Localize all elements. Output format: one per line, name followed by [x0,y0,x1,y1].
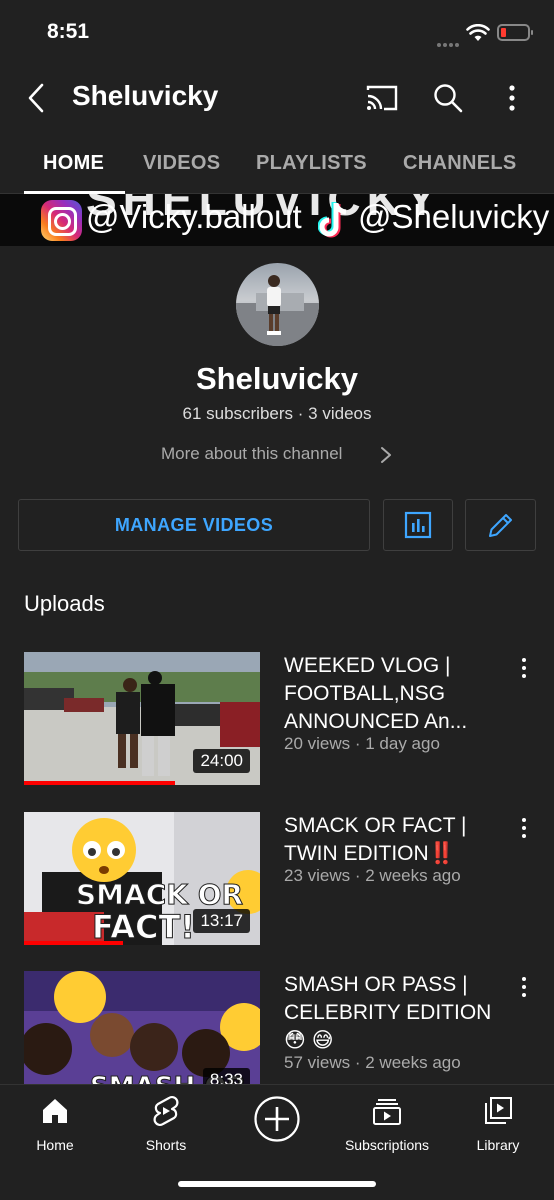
status-time: 8:51 [47,20,90,43]
nav-library[interactable]: Library [443,1093,553,1153]
video-duration: 24:00 [193,749,250,773]
video-views: 23 views [284,866,351,885]
video-meta: 20 views · 1 day ago [284,734,440,754]
edit-pencil-icon [488,514,512,537]
nav-label: Library [476,1137,520,1153]
home-indicator [178,1181,376,1187]
uploads-heading: Uploads [24,591,105,616]
video-more-icon[interactable] [516,977,532,997]
nav-subscriptions[interactable]: Subscriptions [332,1093,442,1153]
analytics-button[interactable] [383,499,453,551]
video-views: 20 views [284,734,351,753]
video-item[interactable]: SMACK OR FACT! 13:17 SMACK OR FACT | TWI… [0,812,554,952]
video-age: 2 weeks ago [365,866,461,885]
library-icon [443,1093,553,1129]
nav-home[interactable]: Home [0,1093,110,1153]
channel-avatar[interactable] [236,263,319,346]
cast-icon[interactable] [364,82,400,114]
home-icon [0,1093,110,1129]
meta-separator: · [350,734,366,753]
wifi-icon [466,24,490,41]
video-title[interactable]: SMASH OR PASS | CELEBRITY EDITION 😳 😅 [284,971,504,1055]
nav-label: Home [36,1137,74,1153]
search-icon[interactable] [430,80,466,116]
shorts-icon [111,1093,221,1129]
nav-label: Subscriptions [344,1137,430,1153]
instagram-icon [41,200,82,241]
video-duration: 13:17 [193,909,250,933]
video-meta: 23 views · 2 weeks ago [284,866,461,886]
video-title[interactable]: WEEKED VLOG | FOOTBALL,NSG ANNOUNCED An.… [284,652,504,736]
more-about-channel-link[interactable]: More about this channel [161,444,342,464]
video-more-icon[interactable] [516,658,532,678]
tab-channels[interactable]: CHANNELS [403,152,517,175]
header-title: Sheluvicky [72,80,219,111]
nav-label: Shorts [145,1137,187,1153]
tab-home[interactable]: HOME [43,152,104,175]
manage-videos-button[interactable]: MANAGE VIDEOS [18,499,370,551]
meta-separator: · [297,404,309,423]
video-thumbnail[interactable]: SMACK OR FACT! 13:17 [24,812,260,945]
channel-name: Sheluvicky [196,361,358,396]
manage-videos-label: MANAGE VIDEOS [114,514,274,535]
thumbnail-text: FACT! [92,908,195,945]
channel-stats: 61 subscribers · 3 videos [0,404,554,424]
watch-progress-bar [24,781,176,785]
channel-tabs: HOME VIDEOS PLAYLISTS CHANNELS [0,136,554,194]
subscriber-count: 61 subscribers [182,404,294,423]
signal-icon [437,34,461,52]
nav-create[interactable] [222,1093,332,1143]
back-arrow-icon[interactable] [20,80,52,116]
more-about-label: More about this channel [161,444,343,463]
edit-channel-button[interactable] [465,499,536,551]
video-more-icon[interactable] [516,818,532,838]
thumbnail-text: SMACK OR [76,878,243,911]
video-views: 57 views [284,1053,351,1072]
video-thumbnail[interactable]: 24:00 [24,652,260,785]
analytics-icon [404,511,432,539]
battery-icon [497,24,533,41]
meta-separator: · [350,866,366,885]
banner-tiktok-handle: @Sheluvicky [358,198,550,235]
tiktok-icon [318,202,347,238]
video-count: 3 videos [308,404,372,423]
channel-banner: SHELUVICKY @Vicky.ballout @Sheluvicky [0,194,554,246]
watch-progress-bar [24,941,124,945]
video-age: 1 day ago [365,734,440,753]
banner-instagram-handle: @Vicky.ballout [86,198,302,235]
meta-separator: · [350,1053,366,1072]
tab-playlists[interactable]: PLAYLISTS [256,152,367,175]
chevron-right-icon[interactable] [380,446,392,464]
tab-videos[interactable]: VIDEOS [143,152,220,175]
video-meta: 57 views · 2 weeks ago [284,1053,461,1073]
video-item[interactable]: 24:00 WEEKED VLOG | FOOTBALL,NSG ANNOUNC… [0,652,554,792]
create-plus-icon [222,1095,332,1143]
video-title[interactable]: SMACK OR FACT | TWIN EDITION‼️ [284,812,504,868]
status-bar: 8:51 [0,0,554,66]
subscriptions-icon [332,1093,442,1129]
more-vert-icon[interactable] [500,80,524,116]
nav-shorts[interactable]: Shorts [111,1093,221,1153]
video-age: 2 weeks ago [365,1053,461,1072]
